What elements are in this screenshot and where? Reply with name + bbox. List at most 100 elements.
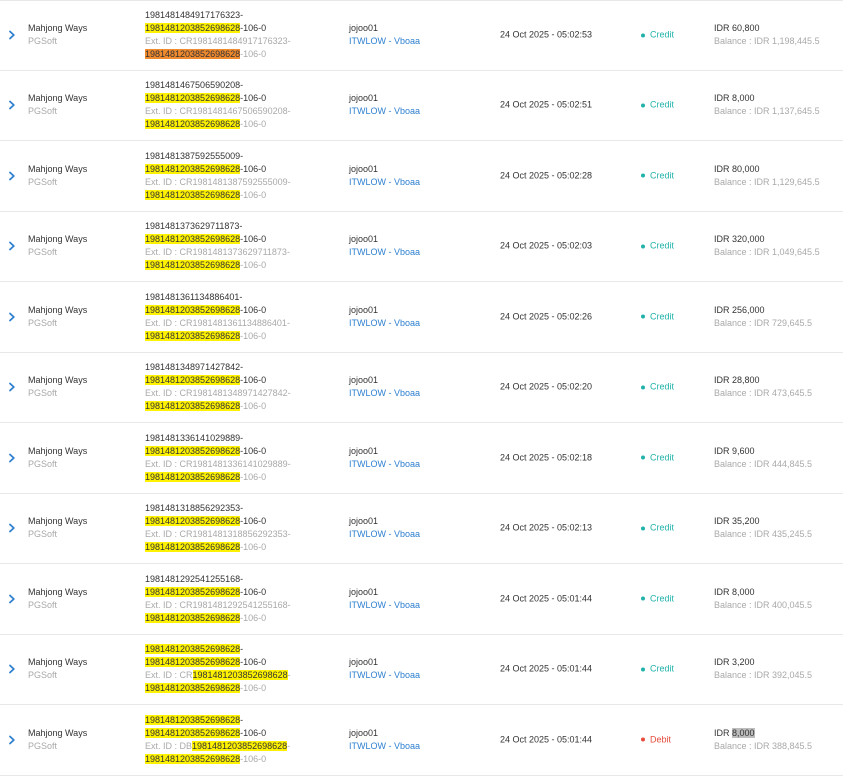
- table-row[interactable]: Mahjong Ways PGSoft 1981481292541255168-…: [0, 564, 843, 635]
- game-name: Mahjong Ways: [28, 657, 88, 668]
- search-highlight: 1981481203852698628: [145, 304, 241, 315]
- user-cell: jojoo01 ITWLOW - Vboaa: [349, 163, 420, 189]
- external-id-line1: Ext. ID : CR1981481373629711873-: [145, 247, 290, 258]
- provider-name: PGSoft: [28, 247, 58, 258]
- provider-name: PGSoft: [28, 740, 58, 751]
- agent-link[interactable]: ITWLOW - Vboaa: [349, 317, 420, 330]
- external-id-line1: Ext. ID : CR1981481361134886401-: [145, 317, 290, 328]
- transaction-id-line2: 1981481203852698628-106-0: [145, 657, 267, 668]
- status-badge: Credit: [650, 593, 675, 604]
- table-row[interactable]: Mahjong Ways PGSoft 1981481361134886401-…: [0, 282, 843, 353]
- game-cell: Mahjong Ways PGSoft: [28, 515, 87, 541]
- table-row[interactable]: Mahjong Ways PGSoft 1981481203852698628-…: [0, 635, 843, 705]
- chevron-right-icon[interactable]: [6, 452, 18, 464]
- provider-name: PGSoft: [28, 388, 58, 399]
- transaction-date: 24 Oct 2025 - 05:02:53: [500, 29, 593, 40]
- type-cell: Credit: [641, 663, 674, 676]
- transaction-id-cell: 1981481361134886401- 1981481203852698628…: [145, 291, 335, 343]
- agent-link[interactable]: ITWLOW - Vboaa: [349, 528, 420, 541]
- user-cell: jojoo01 ITWLOW - Vboaa: [349, 304, 420, 330]
- external-id-line1: Ext. ID : CR1981481387592555009-: [145, 176, 291, 187]
- status-badge: Credit: [650, 240, 675, 251]
- amount-value: IDR 8,000: [714, 586, 755, 597]
- search-highlight: 1981481203852698628: [145, 683, 241, 694]
- chevron-right-icon[interactable]: [6, 381, 18, 393]
- provider-name: PGSoft: [28, 458, 58, 469]
- chevron-right-icon[interactable]: [6, 734, 18, 746]
- search-highlight: 1981481203852698628: [145, 727, 241, 738]
- table-row[interactable]: Mahjong Ways PGSoft 1981481348971427842-…: [0, 353, 843, 423]
- type-cell: Credit: [641, 522, 674, 535]
- amount-value: IDR 80,000: [714, 163, 760, 174]
- search-highlight: 1981481203852698628: [145, 612, 241, 623]
- external-id-line2: 1981481203852698628-106-0: [145, 189, 267, 200]
- amount-cell: IDR 3,200 Balance : IDR 392,045.5: [714, 656, 812, 682]
- amount-cell: IDR 320,000 Balance : IDR 1,049,645.5: [714, 233, 820, 259]
- external-id-line2: 1981481203852698628-106-0: [145, 683, 267, 694]
- amount-value: IDR 9,600: [714, 445, 755, 456]
- search-highlight: 1981481203852698628: [145, 49, 241, 60]
- chevron-right-icon[interactable]: [6, 170, 18, 182]
- chevron-right-icon[interactable]: [6, 593, 18, 605]
- agent-link[interactable]: ITWLOW - Vboaa: [349, 387, 420, 400]
- search-highlight: 1981481203852698628: [145, 657, 241, 668]
- game-name: Mahjong Ways: [28, 163, 88, 174]
- table-row[interactable]: Mahjong Ways PGSoft 1981481373629711873-…: [0, 212, 843, 282]
- transaction-id-line2: 1981481203852698628-106-0: [145, 586, 267, 597]
- external-id-line1: Ext. ID : CR1981481484917176323-: [145, 36, 291, 47]
- search-highlight: 1981481203852698628: [192, 670, 288, 681]
- agent-link[interactable]: ITWLOW - Vboaa: [349, 246, 420, 259]
- agent-link[interactable]: ITWLOW - Vboaa: [349, 458, 420, 471]
- search-highlight: 1981481203852698628: [145, 644, 241, 655]
- user-cell: jojoo01 ITWLOW - Vboaa: [349, 727, 420, 753]
- provider-name: PGSoft: [28, 599, 58, 610]
- type-cell: Credit: [641, 310, 674, 323]
- chevron-right-icon[interactable]: [6, 522, 18, 534]
- type-cell: Credit: [641, 29, 674, 42]
- external-id-line1: Ext. ID : CR1981481318856292353-: [145, 529, 291, 540]
- table-row[interactable]: Mahjong Ways PGSoft 1981481467506590208-…: [0, 71, 843, 141]
- chevron-right-icon[interactable]: [6, 99, 18, 111]
- agent-link[interactable]: ITWLOW - Vboaa: [349, 105, 420, 118]
- table-row[interactable]: Mahjong Ways PGSoft 1981481484917176323-…: [0, 0, 843, 71]
- transaction-date: 24 Oct 2025 - 05:02:03: [500, 240, 593, 251]
- table-row[interactable]: Mahjong Ways PGSoft 1981481387592555009-…: [0, 141, 843, 212]
- game-name: Mahjong Ways: [28, 23, 88, 34]
- transaction-id-line1: 1981481203852698628-: [145, 644, 244, 655]
- chevron-right-icon[interactable]: [6, 240, 18, 252]
- chevron-right-icon[interactable]: [6, 311, 18, 323]
- transaction-id-line1: 1981481292541255168-: [145, 573, 244, 584]
- username: jojoo01: [349, 234, 379, 245]
- agent-link[interactable]: ITWLOW - Vboaa: [349, 599, 420, 612]
- transaction-date: 24 Oct 2025 - 05:02:26: [500, 311, 593, 322]
- game-cell: Mahjong Ways PGSoft: [28, 233, 87, 259]
- transaction-id-line2: 1981481203852698628-106-0: [145, 516, 267, 527]
- transaction-date: 24 Oct 2025 - 05:01:44: [500, 734, 593, 745]
- amount-value: IDR 320,000: [714, 234, 765, 245]
- agent-link[interactable]: ITWLOW - Vboaa: [349, 740, 420, 753]
- status-badge: Credit: [650, 170, 675, 181]
- status-badge: Credit: [650, 99, 675, 110]
- agent-link[interactable]: ITWLOW - Vboaa: [349, 176, 420, 189]
- amount-value: IDR 35,200: [714, 516, 760, 527]
- game-name: Mahjong Ways: [28, 586, 88, 597]
- table-row[interactable]: Mahjong Ways PGSoft 1981481336141029889-…: [0, 423, 843, 494]
- game-name: Mahjong Ways: [28, 304, 88, 315]
- agent-link[interactable]: ITWLOW - Vboaa: [349, 35, 420, 48]
- external-id-line1: Ext. ID : CR1981481292541255168-: [145, 599, 291, 610]
- search-highlight: 1981481203852698628: [145, 714, 241, 725]
- table-row[interactable]: Mahjong Ways PGSoft 1981481318856292353-…: [0, 494, 843, 564]
- balance-value: Balance : IDR 1,198,445.5: [714, 36, 820, 47]
- transaction-id-cell: 1981481467506590208- 1981481203852698628…: [145, 79, 335, 131]
- agent-link[interactable]: ITWLOW - Vboaa: [349, 669, 420, 682]
- username: jojoo01: [349, 163, 379, 174]
- table-row[interactable]: Mahjong Ways PGSoft 1981481203852698628-…: [0, 705, 843, 776]
- provider-name: PGSoft: [28, 176, 58, 187]
- amount-value: IDR 8,000: [714, 93, 755, 104]
- transaction-id-line2: 1981481203852698628-106-0: [145, 445, 267, 456]
- status-badge: Debit: [650, 734, 672, 745]
- game-cell: Mahjong Ways PGSoft: [28, 163, 87, 189]
- chevron-right-icon[interactable]: [6, 29, 18, 41]
- chevron-right-icon[interactable]: [6, 663, 18, 675]
- search-highlight: 1981481203852698628: [192, 740, 288, 751]
